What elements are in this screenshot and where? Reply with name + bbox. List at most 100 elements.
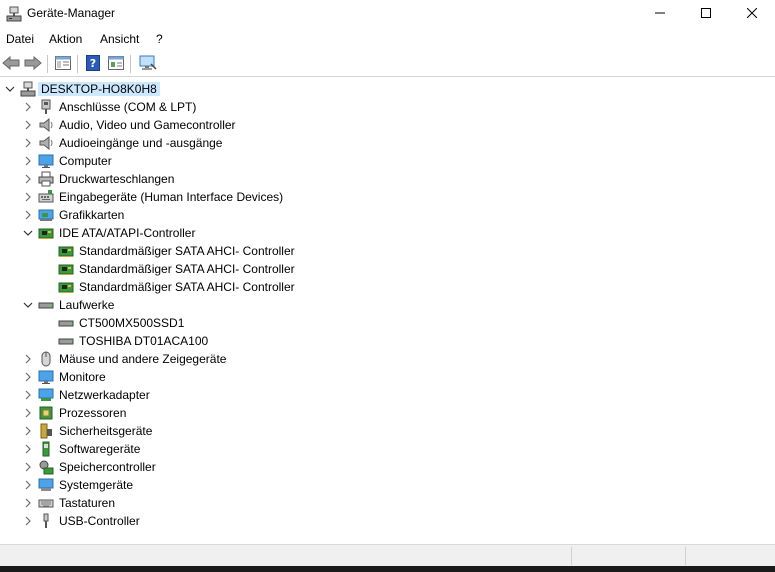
tree-item-label: Softwaregeräte — [59, 442, 141, 456]
tree-category-laufwerke[interactable]: Laufwerke — [0, 296, 775, 314]
hid-icon — [38, 189, 54, 205]
tree-item-label: Audioeingänge und -ausgänge — [59, 136, 223, 150]
tree-device[interactable]: CT500MX500SSD1 — [0, 314, 775, 332]
security-device-icon — [38, 423, 54, 439]
tree-item-label: Laufwerke — [59, 298, 115, 312]
chevron-right-icon[interactable] — [22, 512, 34, 530]
storage-controller-icon — [38, 459, 54, 475]
tree-category-ide-ata-atapi-controller[interactable]: IDE ATA/ATAPI-Controller — [0, 224, 775, 242]
chevron-right-icon[interactable] — [22, 134, 34, 152]
speaker-icon — [38, 117, 54, 133]
chevron-right-icon[interactable] — [22, 476, 34, 494]
chevron-right-icon[interactable] — [22, 98, 34, 116]
tree-category-anschlüsse-com-lpt[interactable]: Anschlüsse (COM & LPT) — [0, 98, 775, 116]
properties-view-button[interactable] — [53, 54, 73, 74]
forward-icon — [24, 55, 42, 73]
tree-device[interactable]: TOSHIBA DT01ACA100 — [0, 332, 775, 350]
toolbar-separator — [130, 55, 131, 73]
toolbar-separator — [47, 55, 48, 73]
help-icon: ? — [86, 54, 100, 74]
tree-category-audio-video-und-gamecontroller[interactable]: Audio, Video und Gamecontroller — [0, 116, 775, 134]
keyboard-icon — [38, 495, 54, 511]
status-bar-divider — [685, 547, 686, 565]
chevron-right-icon[interactable] — [22, 422, 34, 440]
processor-icon — [38, 405, 54, 421]
help-button[interactable]: ? — [83, 54, 103, 74]
tree-item-label: Standardmäßiger SATA AHCI- Controller — [79, 280, 295, 294]
chevron-right-icon[interactable] — [22, 404, 34, 422]
chevron-right-icon[interactable] — [22, 368, 34, 386]
status-bar — [0, 544, 775, 566]
tree-item-label: CT500MX500SSD1 — [79, 316, 185, 330]
mouse-icon — [38, 351, 54, 367]
tree-category-usb-controller[interactable]: USB-Controller — [0, 512, 775, 530]
network-icon — [38, 387, 54, 403]
tree-item-label: Netzwerkadapter — [59, 388, 150, 402]
menu-aktion[interactable]: Aktion — [49, 32, 82, 46]
tree-category-grafikkarten[interactable]: Grafikkarten — [0, 206, 775, 224]
tree-category-tastaturen[interactable]: Tastaturen — [0, 494, 775, 512]
tree-category-netzwerkadapter[interactable]: Netzwerkadapter — [0, 386, 775, 404]
tree-item-label: Mäuse und andere Zeigegeräte — [59, 352, 227, 366]
back-button[interactable] — [1, 54, 21, 74]
window-title: Geräte-Manager — [27, 6, 116, 20]
chevron-right-icon[interactable] — [22, 152, 34, 170]
tree-category-systemgeräte[interactable]: Systemgeräte — [0, 476, 775, 494]
chevron-right-icon[interactable] — [22, 188, 34, 206]
tree-item-label: Standardmäßiger SATA AHCI- Controller — [79, 244, 295, 258]
tree-item-label: Tastaturen — [59, 496, 116, 510]
tree-item-label: IDE ATA/ATAPI-Controller — [59, 226, 196, 240]
ide-controller-icon — [58, 279, 74, 295]
graphics-card-icon — [38, 207, 54, 223]
chevron-right-icon[interactable] — [22, 206, 34, 224]
close-icon — [746, 7, 758, 21]
tree-root[interactable]: DESKTOP-HO8K0H8 — [0, 80, 775, 98]
tree-category-speichercontroller[interactable]: Speichercontroller — [0, 458, 775, 476]
system-device-icon — [38, 477, 54, 493]
chevron-right-icon[interactable] — [22, 116, 34, 134]
chevron-down-icon[interactable] — [22, 224, 34, 242]
tree-device[interactable]: Standardmäßiger SATA AHCI- Controller — [0, 260, 775, 278]
chevron-right-icon[interactable] — [22, 494, 34, 512]
tree-category-prozessoren[interactable]: Prozessoren — [0, 404, 775, 422]
chevron-right-icon[interactable] — [22, 350, 34, 368]
tree-category-druckwarteschlangen[interactable]: Druckwarteschlangen — [0, 170, 775, 188]
tree-category-audioeingänge-und-ausgänge[interactable]: Audioeingänge und -ausgänge — [0, 134, 775, 152]
tree-category-computer[interactable]: Computer — [0, 152, 775, 170]
chevron-down-icon[interactable] — [22, 296, 34, 314]
port-icon — [38, 99, 54, 115]
details-view-button[interactable] — [106, 54, 126, 74]
tree-category-mäuse-und-andere-zeigegeräte[interactable]: Mäuse und andere Zeigegeräte — [0, 350, 775, 368]
chevron-right-icon[interactable] — [22, 386, 34, 404]
tree-item-label: Eingabegeräte (Human Interface Devices) — [59, 190, 284, 204]
taskbar-edge — [0, 566, 775, 572]
tree-category-monitore[interactable]: Monitore — [0, 368, 775, 386]
maximize-button[interactable] — [683, 0, 729, 28]
tree-device[interactable]: Standardmäßiger SATA AHCI- Controller — [0, 278, 775, 296]
monitor-icon — [38, 369, 54, 385]
device-manager-icon — [6, 6, 22, 22]
tree-category-softwaregeräte[interactable]: Softwaregeräte — [0, 440, 775, 458]
minimize-button[interactable] — [637, 0, 683, 28]
chevron-right-icon[interactable] — [22, 170, 34, 188]
menu-help[interactable]: ? — [156, 32, 163, 46]
forward-button[interactable] — [23, 54, 43, 74]
tree-category-eingabegeräte-human-interface-devices[interactable]: Eingabegeräte (Human Interface Devices) — [0, 188, 775, 206]
toolbar-separator — [77, 55, 78, 73]
tree-item-label: Grafikkarten — [59, 208, 125, 222]
chevron-right-icon[interactable] — [22, 440, 34, 458]
tree-item-label: TOSHIBA DT01ACA100 — [79, 334, 209, 348]
toolbar: ? — [0, 51, 775, 77]
menu-ansicht[interactable]: Ansicht — [100, 32, 139, 46]
title-bar: Geräte-Manager — [0, 0, 775, 28]
back-icon — [2, 55, 20, 73]
menu-bar: Datei Aktion Ansicht ? — [0, 29, 775, 49]
details-view-icon — [108, 55, 124, 73]
tree-device[interactable]: Standardmäßiger SATA AHCI- Controller — [0, 242, 775, 260]
close-button[interactable] — [729, 0, 775, 28]
menu-datei[interactable]: Datei — [6, 32, 34, 46]
scan-hardware-button[interactable] — [138, 54, 158, 74]
chevron-right-icon[interactable] — [22, 458, 34, 476]
tree-category-sicherheitsgeräte[interactable]: Sicherheitsgeräte — [0, 422, 775, 440]
chevron-down-icon[interactable] — [4, 80, 16, 98]
